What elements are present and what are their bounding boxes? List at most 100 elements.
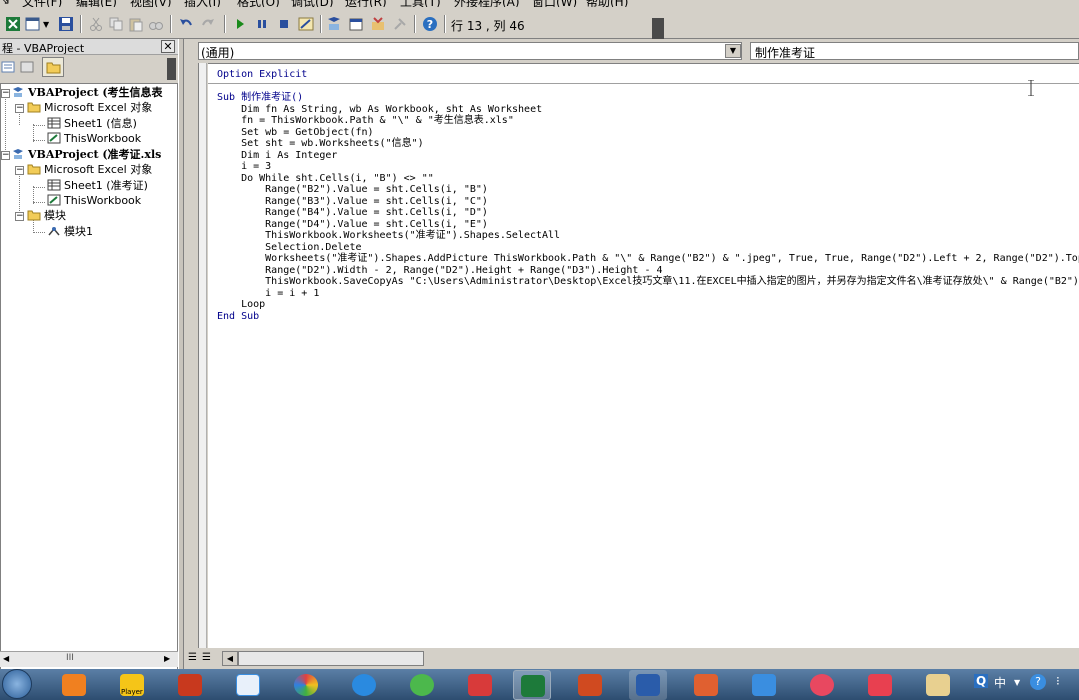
- collapse-toggle[interactable]: −: [1, 89, 10, 98]
- view-object-icon[interactable]: [20, 60, 34, 74]
- taskbar-app[interactable]: [287, 670, 325, 700]
- taskbar-app[interactable]: [461, 670, 499, 700]
- player-label: Player: [121, 688, 143, 696]
- run-icon[interactable]: [232, 16, 248, 32]
- code-editor[interactable]: Option Explicit Sub 制作准考证() Dim fn As Str…: [208, 63, 1079, 648]
- taskbar-app[interactable]: [919, 670, 957, 700]
- collapse-toggle[interactable]: −: [15, 104, 24, 113]
- tree-node-thisworkbook-1[interactable]: ThisWorkbook: [47, 131, 141, 146]
- project-tree: − VBAProject (考生信息表 − Microsoft Excel 对象…: [0, 83, 178, 688]
- procedure-view-icon[interactable]: ☰: [188, 652, 197, 663]
- redo-icon[interactable]: [200, 16, 216, 32]
- taskbar-app[interactable]: [861, 670, 899, 700]
- object-browser-icon[interactable]: [370, 16, 386, 32]
- save-icon[interactable]: [58, 16, 74, 32]
- object-combo-dropdown-button[interactable]: ▼: [725, 44, 741, 58]
- full-module-view-icon[interactable]: ☰: [202, 652, 211, 663]
- procedure-combo[interactable]: 制作准考证: [750, 42, 1079, 60]
- code-line[interactable]: Range("B4").Value = sht.Cells(i, "D"): [217, 207, 488, 219]
- start-button[interactable]: [2, 669, 32, 699]
- help-icon[interactable]: ?: [1030, 674, 1046, 690]
- taskbar-app[interactable]: [403, 670, 441, 700]
- insert-dropdown-icon[interactable]: ▼: [43, 20, 51, 36]
- code-line[interactable]: fn = ThisWorkbook.Path & "\" & "考生信息表.xl…: [217, 115, 514, 127]
- toolbar-grip[interactable]: [167, 58, 176, 80]
- input-method-indicator[interactable]: 中: [994, 674, 1006, 691]
- taskbar-app[interactable]: [745, 670, 783, 700]
- code-line[interactable]: Loop: [217, 299, 265, 311]
- undo-icon[interactable]: [178, 16, 194, 32]
- break-icon[interactable]: [254, 16, 270, 32]
- code-line[interactable]: Set wb = GetObject(fn): [217, 127, 373, 139]
- view-code-icon[interactable]: [1, 60, 15, 74]
- tree-node-project-zhunkaozheng[interactable]: VBAProject (准考证.xls: [11, 147, 161, 162]
- tree-node-module1[interactable]: 模块1: [47, 224, 93, 239]
- scroll-thumb-grip[interactable]: III: [66, 653, 74, 663]
- code-line[interactable]: i = i + 1: [217, 288, 319, 300]
- copy-icon[interactable]: [108, 16, 124, 32]
- taskbar-app[interactable]: [629, 670, 667, 700]
- scroll-left-arrow[interactable]: ◀: [3, 654, 9, 663]
- taskbar-app[interactable]: Player: [113, 670, 151, 700]
- insert-userform-icon[interactable]: [25, 16, 41, 32]
- vbe-app-icon[interactable]: ⇘: [0, 0, 10, 7]
- project-explorer-icon[interactable]: [326, 16, 342, 32]
- scroll-right-arrow[interactable]: ▶: [164, 654, 170, 663]
- tree-node-thisworkbook-2[interactable]: ThisWorkbook: [47, 193, 141, 208]
- code-line[interactable]: Worksheets("准考证").Shapes.AddPicture This…: [217, 253, 1079, 265]
- taskbar-app[interactable]: [571, 670, 609, 700]
- internet-explorer-icon: [352, 674, 376, 696]
- code-line[interactable]: Set sht = wb.Worksheets("信息"): [217, 138, 424, 150]
- code-line[interactable]: Range("B2").Value = sht.Cells(i, "B"): [217, 184, 488, 196]
- toggle-folders-button[interactable]: [42, 57, 64, 77]
- taskbar-app-excel-active[interactable]: [513, 670, 551, 700]
- excel-view-icon[interactable]: [5, 16, 21, 32]
- taskbar-app[interactable]: [345, 670, 383, 700]
- toolbox-icon[interactable]: [392, 16, 408, 32]
- tree-node-excel-objects[interactable]: Microsoft Excel 对象: [27, 162, 152, 177]
- code-line[interactable]: ThisWorkbook.SaveCopyAs "C:\Users\Admini…: [217, 276, 1079, 288]
- code-line[interactable]: Do While sht.Cells(i, "B") <> "": [217, 173, 434, 185]
- tree-node-project-kaosheng[interactable]: VBAProject (考生信息表: [11, 85, 163, 100]
- tray-q-icon[interactable]: Q: [974, 674, 989, 688]
- code-line[interactable]: ThisWorkbook.Worksheets("准考证").Shapes.Se…: [217, 230, 560, 242]
- design-mode-icon[interactable]: [298, 16, 314, 32]
- horizontal-scrollbar[interactable]: ◀ III ▶: [0, 651, 178, 667]
- code-line[interactable]: Selection.Delete: [217, 242, 361, 254]
- tree-node-modules[interactable]: 模块: [27, 208, 66, 223]
- code-line[interactable]: Range("D4").Value = sht.Cells(i, "E"): [217, 219, 488, 231]
- properties-window-icon[interactable]: [348, 16, 364, 32]
- tree-node-label: VBAProject (考生信息表: [28, 86, 163, 99]
- paste-icon[interactable]: [128, 16, 144, 32]
- collapse-toggle[interactable]: −: [15, 212, 24, 221]
- code-line[interactable]: Dim i As Integer: [217, 150, 337, 162]
- scroll-thumb[interactable]: [238, 651, 424, 666]
- tree-node-sheet1-info[interactable]: Sheet1 (信息): [47, 116, 137, 131]
- taskbar-app[interactable]: [687, 670, 725, 700]
- code-line[interactable]: Sub 制作准考证(): [217, 92, 303, 104]
- tray-more-icon[interactable]: ⁝: [1056, 674, 1060, 688]
- close-button[interactable]: ✕: [161, 40, 175, 53]
- collapse-toggle[interactable]: −: [15, 166, 24, 175]
- code-line[interactable]: Range("D2").Width - 2, Range("D2").Heigh…: [217, 265, 662, 277]
- tree-node-sheet1-zhunkaozheng[interactable]: Sheet1 (准考证): [47, 178, 148, 193]
- tree-node-excel-objects[interactable]: Microsoft Excel 对象: [27, 100, 152, 115]
- tray-dropdown-icon[interactable]: ▼: [1014, 678, 1020, 687]
- taskbar-app[interactable]: [171, 670, 209, 700]
- help-icon[interactable]: ?: [422, 16, 438, 32]
- margin-indicator-bar[interactable]: [198, 63, 207, 648]
- collapse-toggle[interactable]: −: [1, 151, 10, 160]
- code-line[interactable]: End Sub: [217, 311, 259, 323]
- code-line[interactable]: Option Explicit: [217, 69, 307, 81]
- object-combo[interactable]: (通用): [198, 42, 742, 60]
- reset-icon[interactable]: [276, 16, 292, 32]
- code-line[interactable]: i = 3: [217, 161, 271, 173]
- find-icon[interactable]: [148, 16, 164, 32]
- scroll-left-arrow[interactable]: ◀: [222, 651, 238, 666]
- cut-icon[interactable]: [88, 16, 104, 32]
- code-line[interactable]: Range("B3").Value = sht.Cells(i, "C"): [217, 196, 488, 208]
- code-line[interactable]: Dim fn As String, wb As Workbook, sht As…: [217, 104, 542, 116]
- taskbar-app[interactable]: [229, 670, 267, 700]
- taskbar-app[interactable]: [55, 670, 93, 700]
- taskbar-app[interactable]: [803, 670, 841, 700]
